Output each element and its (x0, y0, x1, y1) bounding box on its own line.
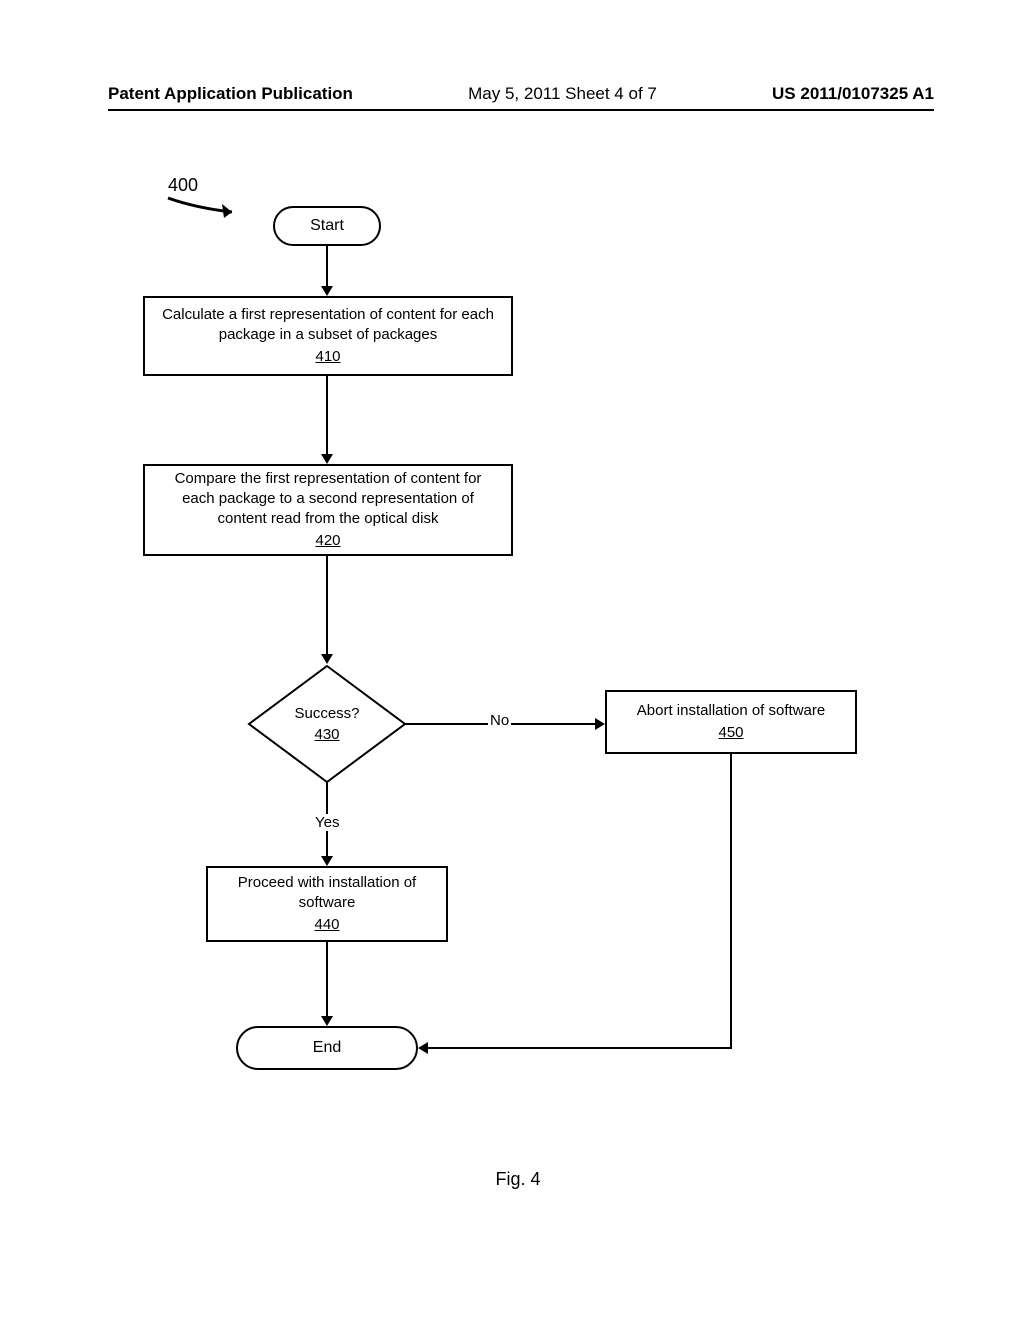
end-terminator: End (236, 1026, 418, 1070)
page-header: Patent Application Publication May 5, 20… (108, 84, 934, 110)
publication-number: US 2011/0107325 A1 (772, 84, 934, 104)
diagram-canvas: 400 Start Calculate a first representati… (108, 130, 928, 1190)
start-label: Start (310, 217, 344, 235)
process-420: Compare the first representation of cont… (143, 464, 513, 556)
process-410: Calculate a first representation of cont… (143, 296, 513, 376)
process-410-ref: 410 (315, 347, 340, 367)
edge-label-yes: Yes (313, 814, 341, 831)
arrow-450-to-end (418, 754, 738, 1054)
process-440: Proceed with installation of software 44… (206, 866, 448, 942)
process-440-ref: 440 (314, 915, 339, 935)
figure-caption: Fig. 4 (108, 1169, 928, 1190)
edge-label-no: No (488, 712, 511, 729)
arrow-start-to-410 (326, 246, 328, 296)
process-450-ref: 450 (718, 723, 743, 743)
diagram-number-label: 400 (168, 175, 198, 196)
arrow-410-to-420 (326, 376, 328, 464)
process-420-ref: 420 (315, 531, 340, 551)
publication-type: Patent Application Publication (108, 84, 353, 104)
end-label: End (313, 1039, 341, 1057)
decision-430-text: Success? (294, 704, 359, 724)
arrow-440-to-end (326, 942, 328, 1026)
start-terminator: Start (273, 206, 381, 246)
process-450: Abort installation of software 450 (605, 690, 857, 754)
header-rule (108, 109, 934, 111)
swoosh-arrow (166, 194, 256, 224)
arrow-420-to-430 (326, 556, 328, 664)
process-420-text: Compare the first representation of cont… (157, 469, 499, 530)
date-sheet: May 5, 2011 Sheet 4 of 7 (468, 84, 657, 104)
decision-430-ref: 430 (314, 725, 339, 745)
process-440-text: Proceed with installation of software (220, 873, 434, 914)
process-450-text: Abort installation of software (637, 701, 825, 721)
decision-430: Success? 430 (247, 664, 407, 784)
process-410-text: Calculate a first representation of cont… (157, 305, 499, 346)
